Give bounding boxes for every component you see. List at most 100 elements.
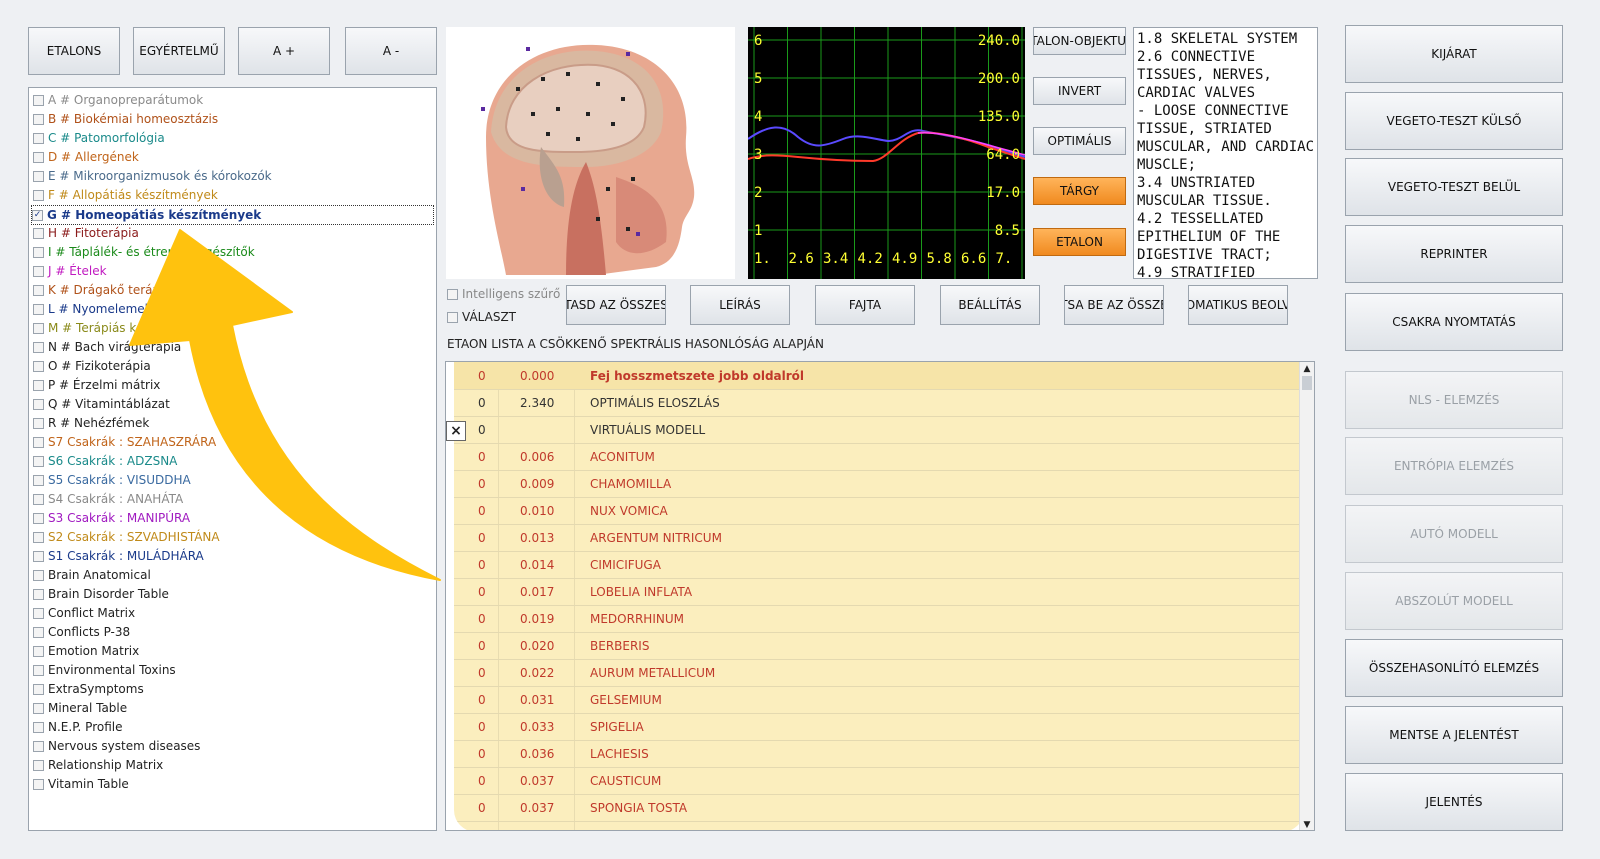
checkbox[interactable] <box>33 398 44 410</box>
checkbox[interactable] <box>33 626 44 638</box>
category-item[interactable]: I # Táplálék- és étrend-kiegészítők <box>33 243 255 261</box>
scroll-up-icon[interactable]: ▲ <box>1300 362 1314 376</box>
category-item[interactable]: S6 Csakrák : ADZSNA <box>33 452 177 470</box>
right-button[interactable]: CSAKRA NYOMTATÁS <box>1345 293 1563 351</box>
category-item[interactable]: Nervous system diseases <box>33 737 200 755</box>
right-button[interactable]: REPRINTER <box>1345 225 1563 283</box>
btn-etalon-objektum[interactable]: ETALON-OBJEKTUM <box>1033 27 1126 55</box>
category-item[interactable]: H # Fitoterápia <box>33 224 139 242</box>
checkbox[interactable] <box>33 227 44 239</box>
checkbox[interactable] <box>33 740 44 752</box>
right-button[interactable]: KIJÁRAT <box>1345 25 1563 83</box>
category-item[interactable]: Conflict Matrix <box>33 604 135 622</box>
checkbox[interactable] <box>33 607 44 619</box>
checkbox[interactable] <box>33 341 44 353</box>
category-item[interactable]: Relationship Matrix <box>33 756 163 774</box>
right-button[interactable]: ABSZOLÚT MODELL <box>1345 572 1563 630</box>
checkbox[interactable] <box>33 436 44 448</box>
table-row[interactable]: 0 0.022 AURUM METALLICUM <box>454 659 1304 687</box>
scroll-thumb[interactable] <box>1302 376 1312 390</box>
filter-intelligent[interactable]: Intelligens szűrő <box>447 287 560 301</box>
category-item[interactable]: Environmental Toxins <box>33 661 176 679</box>
category-item[interactable]: Q # Vitamintáblázat <box>33 395 170 413</box>
checkbox[interactable] <box>33 645 44 657</box>
checkbox[interactable] <box>447 288 458 300</box>
checkbox[interactable] <box>33 246 44 258</box>
right-button[interactable]: MENTSE A JELENTÉST <box>1345 706 1563 764</box>
btn-invert[interactable]: INVERT <box>1033 77 1126 105</box>
checkbox[interactable] <box>33 360 44 372</box>
scrollbar[interactable]: ▲ ▼ <box>1299 362 1314 830</box>
table-row[interactable]: 0 0.014 CIMICIFUGA <box>454 551 1304 579</box>
table-row[interactable]: 0 0.009 CHAMOMILLA <box>454 470 1304 498</box>
checkbox[interactable] <box>33 778 44 790</box>
checkbox[interactable] <box>33 721 44 733</box>
checkbox[interactable] <box>33 417 44 429</box>
checkbox[interactable] <box>33 550 44 562</box>
checkbox[interactable] <box>447 311 458 323</box>
category-item[interactable]: Brain Disorder Table <box>33 585 169 603</box>
table-row[interactable]: 0 0.010 NUX VOMICA <box>454 497 1304 525</box>
category-item[interactable]: N.E.P. Profile <box>33 718 123 736</box>
category-item[interactable]: Mineral Table <box>33 699 127 717</box>
category-item[interactable]: C # Patomorfológia <box>33 129 165 147</box>
checkbox[interactable] <box>33 303 44 315</box>
category-item[interactable]: R # Nehézfémek <box>33 414 149 432</box>
close-icon[interactable]: × <box>446 421 466 441</box>
btn-fajta[interactable]: FAJTA <box>815 285 915 325</box>
checkbox[interactable] <box>33 664 44 676</box>
category-item[interactable]: Vitamin Table <box>33 775 129 793</box>
checkbox[interactable] <box>33 493 44 505</box>
btn-etalons[interactable]: ETALONS <box>28 27 120 75</box>
btn-tsa-be-az-osszes[interactable]: TSA BE AZ ÖSSZE <box>1064 285 1164 325</box>
btn-a-minus[interactable]: A - <box>345 27 437 75</box>
category-item[interactable]: F # Allopátiás készítmények <box>33 186 218 204</box>
category-item[interactable]: Emotion Matrix <box>33 642 139 660</box>
btn-automatikus-beolvasas[interactable]: OMATIKUS BEOLV <box>1188 285 1288 325</box>
category-item[interactable]: D # Allergének <box>33 148 139 166</box>
right-button[interactable]: VEGETO-TESZT BELÜL <box>1345 158 1563 216</box>
table-row[interactable]: 0 0.036 LACHESIS <box>454 740 1304 768</box>
table-row[interactable]: 0 0.031 GELSEMIUM <box>454 686 1304 714</box>
checkbox[interactable] <box>33 683 44 695</box>
btn-leiras[interactable]: LEÍRÁS <box>690 285 790 325</box>
checkbox-checked[interactable]: ✓ <box>32 209 43 221</box>
right-button[interactable]: VEGETO-TESZT KÜLSŐ <box>1345 92 1563 150</box>
right-button[interactable]: ENTRÓPIA ELEMZÉS <box>1345 437 1563 495</box>
checkbox[interactable] <box>33 588 44 600</box>
checkbox[interactable] <box>33 265 44 277</box>
checkbox[interactable] <box>33 322 44 334</box>
checkbox[interactable] <box>33 759 44 771</box>
right-button[interactable]: JELENTÉS <box>1345 773 1563 831</box>
btn-etalon[interactable]: ETALON <box>1033 228 1126 256</box>
category-item[interactable]: S2 Csakrák : SZVADHISTÁNA <box>33 528 220 546</box>
right-button[interactable]: NLS - ELEMZÉS <box>1345 371 1563 429</box>
category-item[interactable]: L # Nyomelemek <box>33 300 152 318</box>
checkbox[interactable] <box>33 94 44 106</box>
category-item[interactable]: N # Bach virágterápia <box>33 338 181 356</box>
checkbox[interactable] <box>33 189 44 201</box>
table-row[interactable]: 0 0.020 BERBERIS <box>454 632 1304 660</box>
category-item[interactable]: S4 Csakrák : ANAHÁTA <box>33 490 183 508</box>
category-item[interactable]: M # Terápiás készítmények <box>33 319 212 337</box>
checkbox[interactable] <box>33 702 44 714</box>
table-row[interactable]: 0 0.017 LOBELIA INFLATA <box>454 578 1304 606</box>
scroll-down-icon[interactable]: ▼ <box>1300 818 1314 830</box>
category-item[interactable]: B # Biokémiai homeosztázis <box>33 110 218 128</box>
table-row[interactable]: 0 2.340 OPTIMÁLIS ELOSZLÁS <box>454 389 1304 417</box>
table-row[interactable]: 0 0.037 CAUSTICUM <box>454 767 1304 795</box>
category-item[interactable]: S7 Csakrák : SZAHASZRÁRA <box>33 433 216 451</box>
category-item[interactable]: S1 Csakrák : MULÁDHÁRA <box>33 547 204 565</box>
category-item[interactable]: S3 Csakrák : MANIPÚRA <box>33 509 190 527</box>
checkbox[interactable] <box>33 284 44 296</box>
btn-a-plus[interactable]: A + <box>238 27 330 75</box>
checkbox[interactable] <box>33 569 44 581</box>
table-row[interactable]: 0 VIRTUÁLIS MODELL <box>454 416 1304 444</box>
table-row[interactable]: 0 0.019 MEDORRHINUM <box>454 605 1304 633</box>
right-button[interactable]: AUTÓ MODELL <box>1345 505 1563 563</box>
category-item[interactable]: Conflicts P-38 <box>33 623 130 641</box>
category-item[interactable]: Brain Anatomical <box>33 566 151 584</box>
checkbox[interactable] <box>33 379 44 391</box>
checkbox[interactable] <box>33 170 44 182</box>
btn-targy[interactable]: TÁRGY <box>1033 177 1126 205</box>
